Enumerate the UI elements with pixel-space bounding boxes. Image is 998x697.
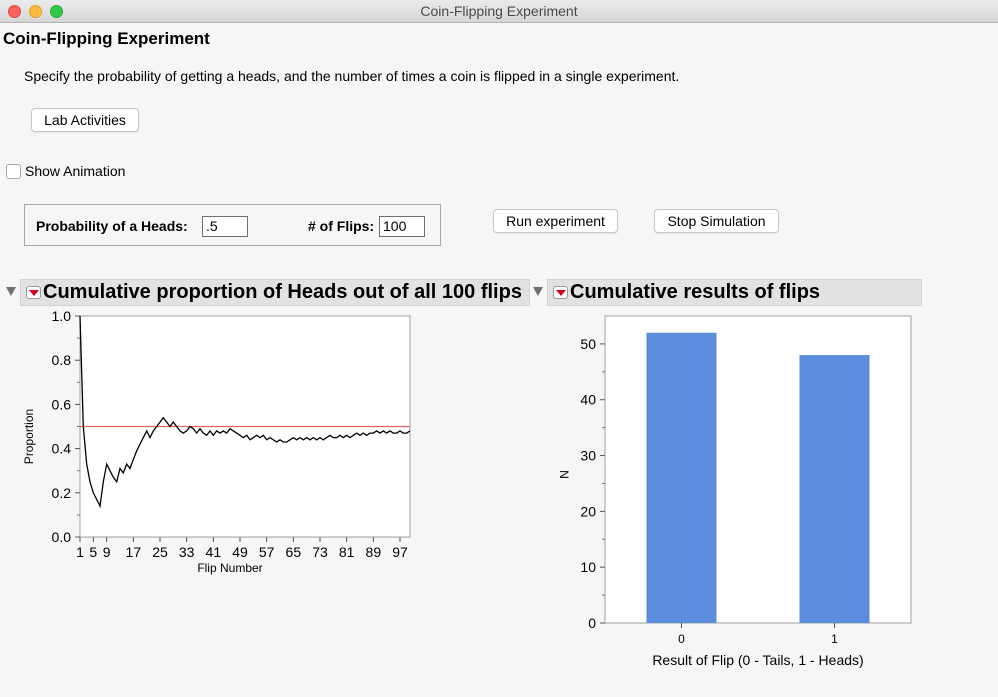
x-axis-title: Result of Flip (0 - Tails, 1 - Heads) [652,652,863,668]
flips-input[interactable]: 100 [379,216,425,237]
lab-activities-button[interactable]: Lab Activities [31,108,139,132]
x-tick-label: 65 [286,544,302,560]
left-panel-title: Cumulative proportion of Heads out of al… [43,281,522,303]
y-tick-label: 20 [580,503,596,519]
x-tick-label: 89 [366,544,382,560]
bar [799,355,870,623]
show-animation-label: Show Animation [25,163,126,179]
x-tick-label: 1 [831,632,838,646]
y-tick-label: 0.8 [52,352,72,368]
cumulative-results-chart: 0 10 20 30 40 50 0 1 Result of Flip (0 - Tails, … [557,315,912,668]
y-tick-label: 0.0 [52,529,72,545]
bar [646,332,717,623]
y-tick-label: 0.6 [52,396,72,412]
x-tick-label: 81 [339,544,355,560]
y-tick-label: 50 [580,336,596,352]
left-outline-header: Cumulative proportion of Heads out of al… [20,279,530,306]
probability-input[interactable]: .5 [202,216,248,237]
left-red-triangle-menu-icon[interactable] [26,286,41,299]
right-red-triangle-menu-icon[interactable] [553,286,568,299]
app-title: Coin-Flipping Experiment [3,29,210,48]
y-axis-title: Proportion [22,409,36,464]
probability-label: Probability of a Heads: [36,218,188,234]
x-axis-title: Flip Number [197,561,262,575]
left-disclosure-triangle-icon[interactable] [6,287,16,296]
y-tick-label: 0 [588,615,596,631]
x-tick-label: 57 [259,544,275,560]
x-tick-label: 25 [152,544,168,560]
description-text: Specify the probability of getting a hea… [24,68,680,84]
window-titlebar: Coin-Flipping Experiment [0,0,998,23]
y-axis-title: N [557,470,571,479]
window-title: Coin-Flipping Experiment [420,3,578,19]
y-tick-label: 1.0 [52,308,72,324]
x-tick-label: 1 [76,544,84,560]
x-tick-label: 33 [179,544,195,560]
stop-simulation-button[interactable]: Stop Simulation [654,209,779,233]
run-experiment-button[interactable]: Run experiment [493,209,618,233]
flips-label: # of Flips: [308,218,375,234]
right-disclosure-triangle-icon[interactable] [533,287,543,296]
x-tick-label: 0 [678,632,685,646]
right-outline-header: Cumulative results of flips [547,279,922,306]
right-panel-title: Cumulative results of flips [570,281,821,303]
cumulative-proportion-chart: 0.0 0.2 0.4 0.6 0.8 1.0 1 5 9 17 25 33 41 49 57 65 73 81 8… [22,308,411,575]
show-animation-checkbox[interactable] [6,164,21,179]
x-tick-label: 17 [126,544,142,560]
x-tick-label: 9 [103,544,111,560]
x-tick-label: 97 [392,544,408,560]
x-tick-label: 49 [232,544,248,560]
x-tick-label: 5 [89,544,97,560]
y-tick-label: 40 [580,392,596,408]
x-tick-label: 73 [312,544,328,560]
y-tick-label: 30 [580,448,596,464]
y-tick-label: 0.4 [52,441,72,457]
y-tick-label: 10 [580,559,596,575]
x-tick-label: 41 [206,544,222,560]
parameters-panel: Probability of a Heads: .5 # of Flips: 1… [24,204,441,246]
y-tick-label: 0.2 [52,485,72,501]
